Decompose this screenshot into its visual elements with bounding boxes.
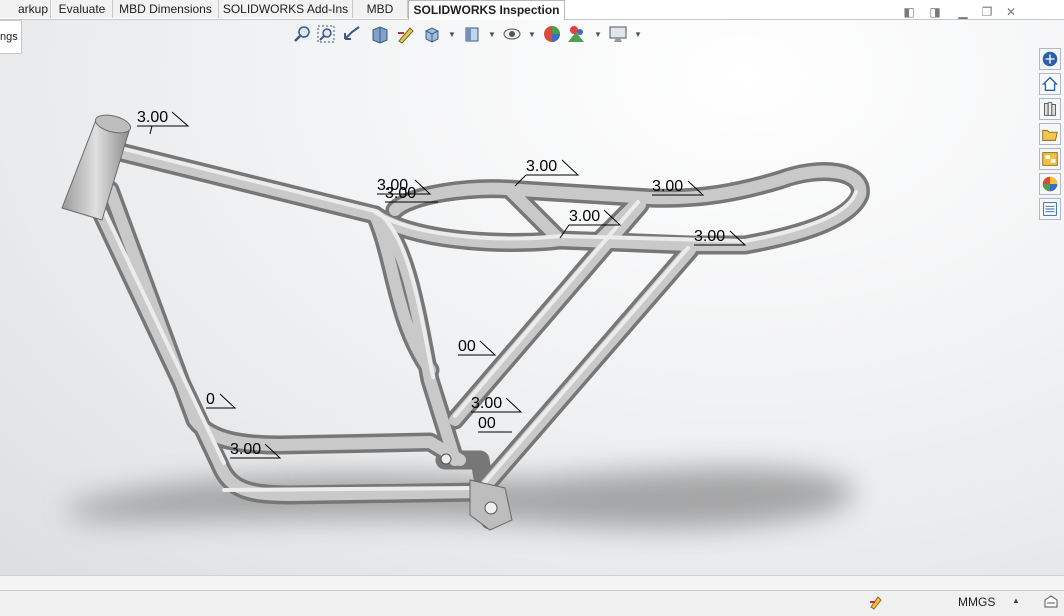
tab-evaluate[interactable]: Evaluate	[52, 0, 113, 18]
status-bar: MMGS ▲	[0, 590, 1064, 616]
restore-icon[interactable]: ❐	[980, 5, 994, 19]
home-icon[interactable]	[1039, 73, 1061, 95]
appearances-icon[interactable]	[1039, 173, 1061, 195]
hide-show-items-icon[interactable]	[502, 24, 522, 44]
graphics-area[interactable]: 3.00 3.00 3.00 3.00 3.00 3.00 3.00 00 3.…	[0, 20, 1064, 575]
close-icon[interactable]: ✕	[1004, 5, 1018, 19]
feature-manager-label: ngs	[0, 31, 18, 43]
minimize-icon[interactable]: ▁	[956, 5, 970, 19]
dimension-label[interactable]: 3.00	[569, 208, 600, 225]
bike-frame-model: 3.00 3.00 3.00 3.00 3.00 3.00 3.00 00 3.…	[61, 109, 870, 531]
tab-mbd[interactable]: MBD	[353, 0, 408, 18]
weld-symbol[interactable]: 3.00	[137, 109, 190, 135]
tab-mbd-dimensions[interactable]: MBD Dimensions	[113, 0, 219, 18]
dimension-label[interactable]: 3.00	[137, 109, 168, 126]
dimension-label[interactable]: 3.00	[526, 158, 557, 175]
horizontal-scrollbar[interactable]	[0, 575, 1064, 590]
custom-properties-icon[interactable]	[1039, 198, 1061, 220]
dropdown-arrow-icon[interactable]: ▼	[528, 30, 536, 39]
task-pane-tabs	[1038, 48, 1062, 220]
previous-view-icon[interactable]	[342, 24, 362, 44]
next-document-icon[interactable]: ◨	[928, 5, 942, 19]
view-orientation-icon[interactable]	[422, 24, 442, 44]
tab-solidworks-add-ins[interactable]: SOLIDWORKS Add-Ins	[219, 0, 353, 18]
dropdown-arrow-icon[interactable]: ▼	[448, 30, 456, 39]
previous-document-icon[interactable]: ◧	[902, 5, 916, 19]
customize-status-bar-icon[interactable]	[1043, 594, 1059, 610]
dropdown-arrow-icon[interactable]: ▼	[594, 30, 602, 39]
frame-tubes[interactable]	[85, 140, 870, 530]
dropdown-arrow-icon[interactable]: ▼	[634, 30, 642, 39]
section-view-icon[interactable]	[370, 24, 390, 44]
file-explorer-icon[interactable]	[1039, 123, 1061, 145]
edit-appearance-icon[interactable]	[542, 24, 562, 44]
solidworks-resources-icon[interactable]	[1039, 48, 1061, 70]
chevron-up-icon[interactable]: ▲	[1012, 596, 1020, 605]
weld-symbol[interactable]: 00	[478, 415, 512, 433]
zoom-to-area-icon[interactable]	[316, 24, 336, 44]
weld-symbol[interactable]: 0	[206, 391, 237, 409]
dropdown-arrow-icon[interactable]: ▼	[488, 30, 496, 39]
dimension-label[interactable]: 3.00	[694, 228, 725, 245]
display-style-icon[interactable]	[462, 24, 482, 44]
dimension-label[interactable]: 0	[206, 391, 215, 408]
dimension-label[interactable]: 3.00	[471, 395, 502, 412]
zoom-to-fit-icon[interactable]	[292, 24, 312, 44]
view-settings-icon[interactable]	[608, 24, 628, 44]
weld-symbol[interactable]: 3.00	[471, 395, 523, 413]
dimension-label[interactable]: 3.00	[652, 178, 683, 195]
feature-manager-panel[interactable]: ngs	[0, 20, 22, 54]
weld-symbol[interactable]: 00	[458, 338, 497, 356]
unit-system[interactable]: MMGS	[958, 595, 995, 609]
dimension-label[interactable]: 3.00	[230, 441, 261, 458]
apply-scene-icon[interactable]	[566, 24, 586, 44]
tab-markup[interactable]: arkup	[0, 0, 51, 18]
dimension-label[interactable]: 00	[458, 338, 476, 355]
view-palette-icon[interactable]	[1039, 148, 1061, 170]
rebuild-status-icon[interactable]	[868, 594, 884, 610]
dynamic-annotation-icon[interactable]	[396, 24, 416, 44]
tab-solidworks-inspection[interactable]: SOLIDWORKS Inspection	[408, 0, 565, 20]
dimension-label[interactable]: 00	[478, 415, 496, 432]
design-library-icon[interactable]	[1039, 98, 1061, 120]
